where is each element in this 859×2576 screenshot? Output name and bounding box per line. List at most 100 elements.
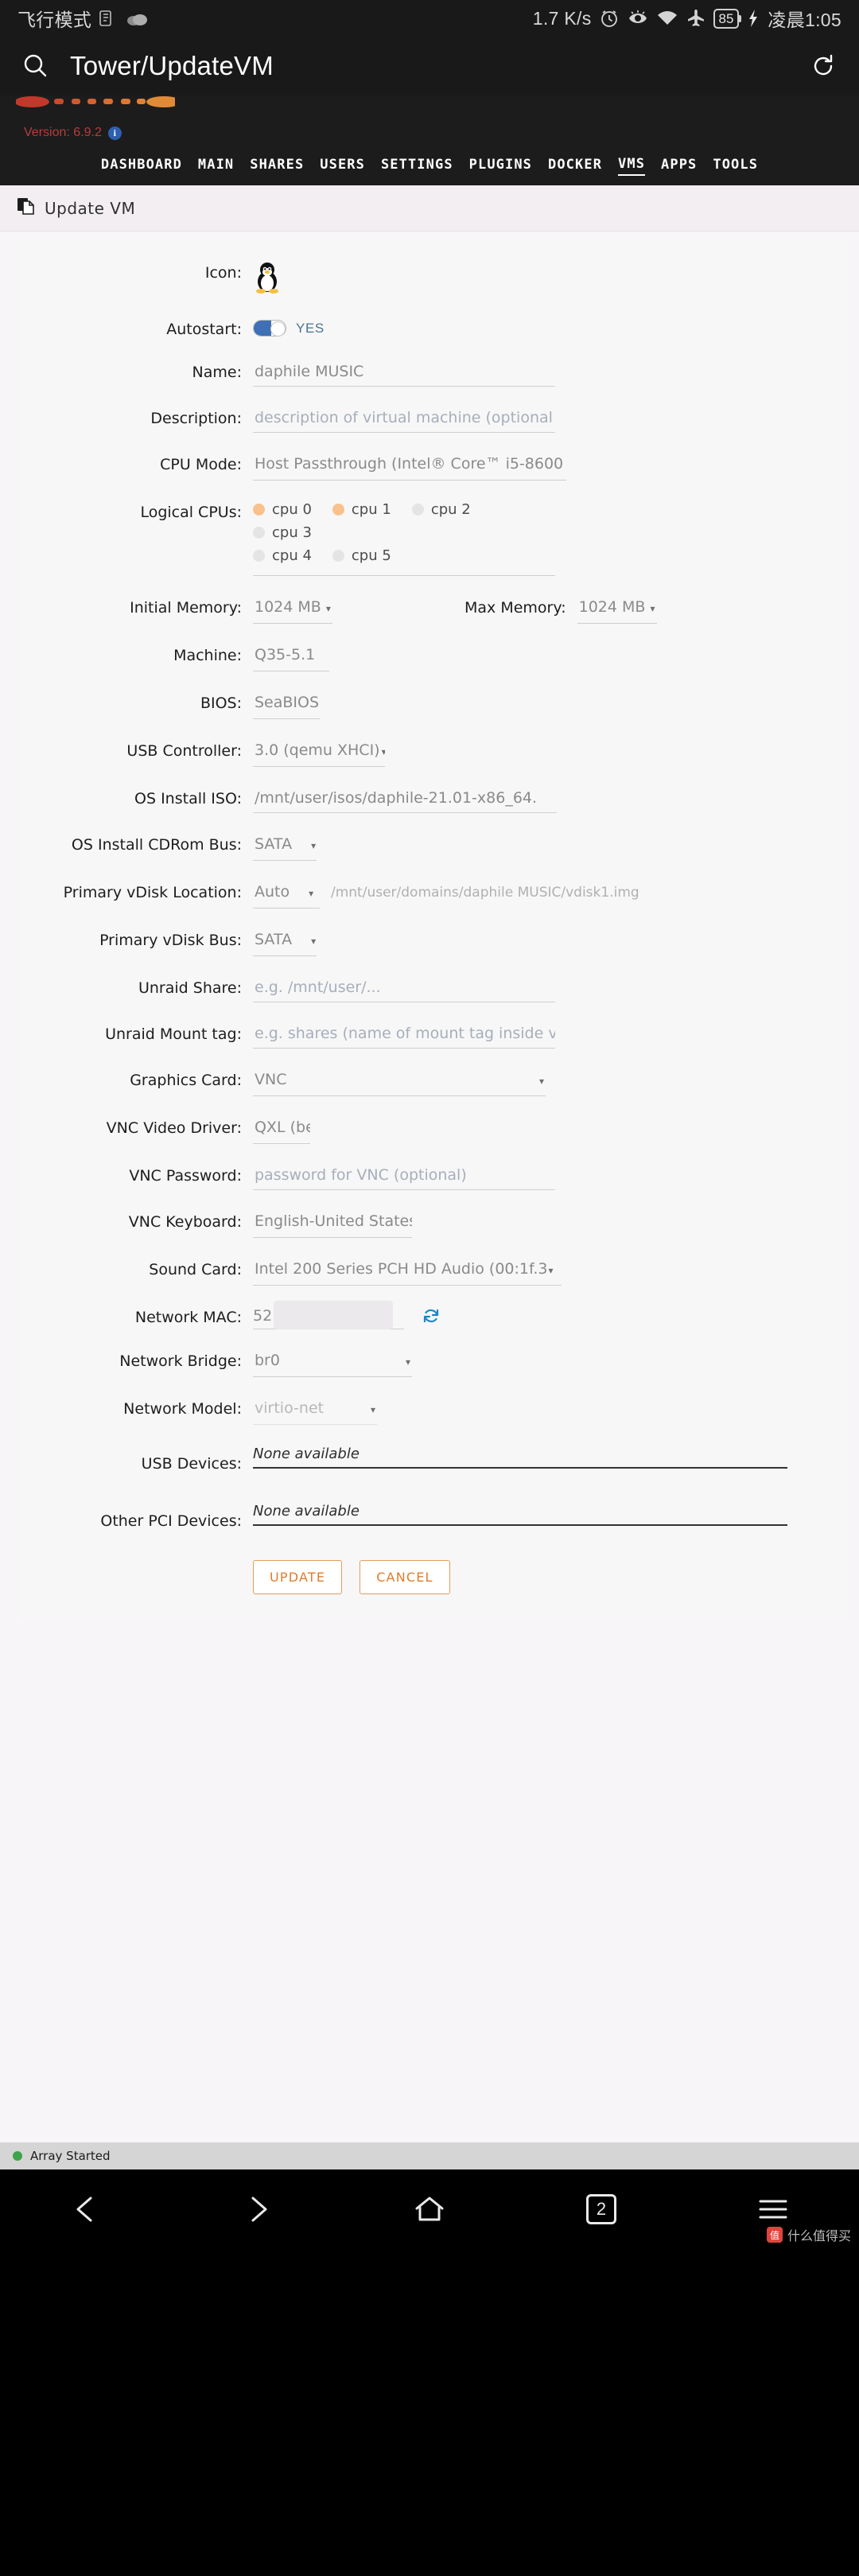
vnc-keyboard-value: English-United States (en-us) — [255, 1212, 412, 1230]
chevron-down-icon: ▾ — [538, 1076, 544, 1087]
nav-tab-users[interactable]: USERS — [320, 157, 365, 175]
os-install-cdrom-bus-label: OS Install CDRom Bus: — [71, 836, 242, 854]
charging-icon — [746, 9, 760, 28]
description-input[interactable]: description of virtual machine (optional — [253, 407, 555, 433]
network-mac-value: 52 — [253, 1306, 273, 1325]
nav-tab-plugins[interactable]: PLUGINS — [469, 157, 532, 175]
name-input[interactable]: daphile MUSIC — [253, 361, 555, 387]
vnc-video-driver-select[interactable]: QXL (best)▾ — [253, 1117, 310, 1144]
form-row-description: Description: description of virtual mach… — [21, 407, 848, 433]
page-content: Update VM Icon: Autostart: YES Name: dap… — [0, 185, 859, 2142]
cancel-button[interactable]: CANCEL — [360, 1560, 450, 1594]
nav-tab-shares[interactable]: SHARES — [250, 157, 304, 175]
form-actions: UPDATE CANCEL — [21, 1560, 848, 1594]
icon-label: Icon: — [204, 264, 242, 282]
form-row-cpu-mode: CPU Mode: Host Passthrough (Intel® Core™… — [21, 453, 848, 481]
unraid-share-input[interactable]: e.g. /mnt/user/... — [253, 977, 555, 1002]
form-row-os-install-iso: OS Install ISO: /mnt/user/isos/daphile-2… — [21, 788, 848, 813]
usb-controller-select[interactable]: 3.0 (qemu XHCI)▾ — [253, 740, 385, 767]
array-status-icon — [13, 2151, 22, 2161]
chevron-down-icon: ▾ — [309, 888, 314, 899]
os-install-cdrom-bus-value: SATA — [255, 835, 293, 853]
os-install-cdrom-bus-select[interactable]: SATA ▾ — [253, 834, 317, 861]
initial-memory-select[interactable]: 1024 MB ▾ — [253, 597, 332, 624]
vnc-keyboard-label: VNC Keyboard: — [128, 1213, 242, 1231]
cpu-checkbox-4[interactable]: cpu 4 — [253, 547, 312, 564]
array-status-label: Array Started — [30, 2149, 111, 2163]
info-icon[interactable]: i — [107, 126, 122, 140]
nav-tab-vms[interactable]: VMS — [618, 156, 646, 176]
nav-tab-apps[interactable]: APPS — [661, 157, 697, 175]
unraid-header: Version: 6.9.2 i DASHBOARD MAIN SHARES U… — [0, 95, 859, 185]
cpu-mode-label: CPU Mode: — [160, 456, 242, 473]
form-row-vnc-keyboard: VNC Keyboard: English-United States (en-… — [21, 1211, 848, 1238]
tux-penguin-icon[interactable] — [253, 263, 282, 297]
machine-select[interactable]: Q35-5.1▾ — [253, 644, 329, 671]
primary-vdisk-location-select[interactable]: Auto ▾ — [253, 881, 320, 909]
max-memory-select[interactable]: 1024 MB ▾ — [577, 597, 657, 624]
other-pci-devices-list[interactable]: None available — [253, 1503, 787, 1526]
cpu-mode-select[interactable]: Host Passthrough (Intel® Core™ i5-8600▾ — [253, 453, 566, 481]
usb-devices-list[interactable]: None available — [253, 1446, 787, 1469]
form-row-machine: Machine: Q35-5.1▾ — [21, 644, 848, 671]
vnc-video-driver-value: QXL (best) — [255, 1119, 310, 1136]
cpu-checkbox-1[interactable]: cpu 1 — [332, 501, 391, 518]
machine-label: Machine: — [173, 647, 242, 664]
initial-memory-label: Initial Memory: — [130, 599, 242, 617]
eye-icon — [627, 9, 649, 28]
vnc-keyboard-select[interactable]: English-United States (en-us)▾ — [253, 1211, 412, 1238]
forward-chevron-icon[interactable] — [206, 2169, 309, 2249]
network-bridge-select[interactable]: br0 ▾ — [253, 1350, 412, 1377]
network-mac-input[interactable]: 52 — [253, 1300, 404, 1329]
watermark-label: 什么值得买 — [787, 2230, 851, 2243]
update-button[interactable]: UPDATE — [253, 1560, 343, 1594]
max-memory-label: Max Memory: — [464, 599, 566, 617]
bios-select[interactable]: SeaBIOS▾ — [253, 692, 320, 719]
sound-card-value: Intel 200 Series PCH HD Audio (00:1f.3 — [255, 1260, 548, 1278]
back-chevron-icon[interactable] — [34, 2169, 138, 2249]
primary-vdisk-bus-select[interactable]: SATA ▾ — [253, 929, 317, 956]
sound-card-select[interactable]: Intel 200 Series PCH HD Audio (00:1f.3▾ — [253, 1259, 562, 1286]
graphics-card-select[interactable]: VNC ▾ — [253, 1069, 546, 1096]
primary-vdisk-bus-label: Primary vDisk Bus: — [99, 932, 242, 949]
search-icon[interactable] — [21, 51, 51, 81]
primary-vdisk-bus-value: SATA — [255, 931, 293, 948]
nav-tab-tools[interactable]: TOOLS — [713, 157, 758, 175]
form-row-unraid-share: Unraid Share: e.g. /mnt/user/... — [21, 977, 848, 1002]
array-status-bar: Array Started — [0, 2142, 859, 2169]
nav-tab-dashboard[interactable]: DASHBOARD — [101, 157, 182, 175]
nav-tab-docker[interactable]: DOCKER — [548, 157, 602, 175]
cpu-checkbox-box — [411, 504, 424, 516]
nav-tab-settings[interactable]: SETTINGS — [381, 157, 453, 175]
cpu-label: cpu 1 — [351, 501, 391, 518]
battery-icon: 85 — [713, 8, 742, 29]
cpu-label: cpu 0 — [272, 501, 312, 518]
form-row-primary-vdisk-location: Primary vDisk Location: Auto ▾ /mnt/user/… — [21, 881, 848, 909]
home-icon[interactable] — [378, 2169, 481, 2249]
chevron-down-icon: ▾ — [548, 1265, 554, 1276]
network-model-select[interactable]: virtio-net ▾ — [253, 1398, 377, 1425]
cpu-checkbox-5[interactable]: cpu 5 — [332, 547, 391, 564]
form-row-network-bridge: Network Bridge: br0 ▾ — [21, 1350, 848, 1377]
primary-vdisk-path: /mnt/user/domains/daphile MUSIC/vdisk1.i… — [331, 885, 639, 901]
page-title: Tower/UpdateVM — [70, 51, 274, 80]
nav-tab-main[interactable]: MAIN — [198, 157, 234, 175]
chevron-down-icon: ▾ — [325, 603, 331, 614]
form-row-graphics-card: Graphics Card: VNC ▾ — [21, 1069, 848, 1096]
cpu-checkbox-0[interactable]: cpu 0 — [253, 501, 312, 518]
android-status-bar: 飞行模式 1.7 K/s 85 凌晨1:05 — [0, 0, 859, 37]
autostart-toggle[interactable] — [253, 320, 286, 337]
refresh-mac-icon[interactable] — [422, 1306, 441, 1329]
cpu-checkbox-box — [253, 504, 265, 516]
reload-icon[interactable] — [808, 51, 838, 81]
tab-count-button[interactable]: 2 — [550, 2169, 653, 2249]
cpu-checkbox-box — [332, 504, 344, 516]
cpu-checkbox-3[interactable]: cpu 3 — [253, 524, 312, 541]
vnc-password-input[interactable]: password for VNC (optional) — [253, 1165, 555, 1190]
cpu-mode-value: Host Passthrough (Intel® Core™ i5-8600 — [255, 455, 564, 473]
cpu-checkbox-2[interactable]: cpu 2 — [411, 501, 471, 518]
os-install-iso-input[interactable]: /mnt/user/isos/daphile-21.01-x86_64. — [253, 788, 557, 813]
max-memory-value: 1024 MB — [578, 598, 646, 616]
chevron-down-icon: ▾ — [311, 936, 317, 947]
unraid-mount-tag-input[interactable]: e.g. shares (name of mount tag inside v — [253, 1023, 555, 1049]
